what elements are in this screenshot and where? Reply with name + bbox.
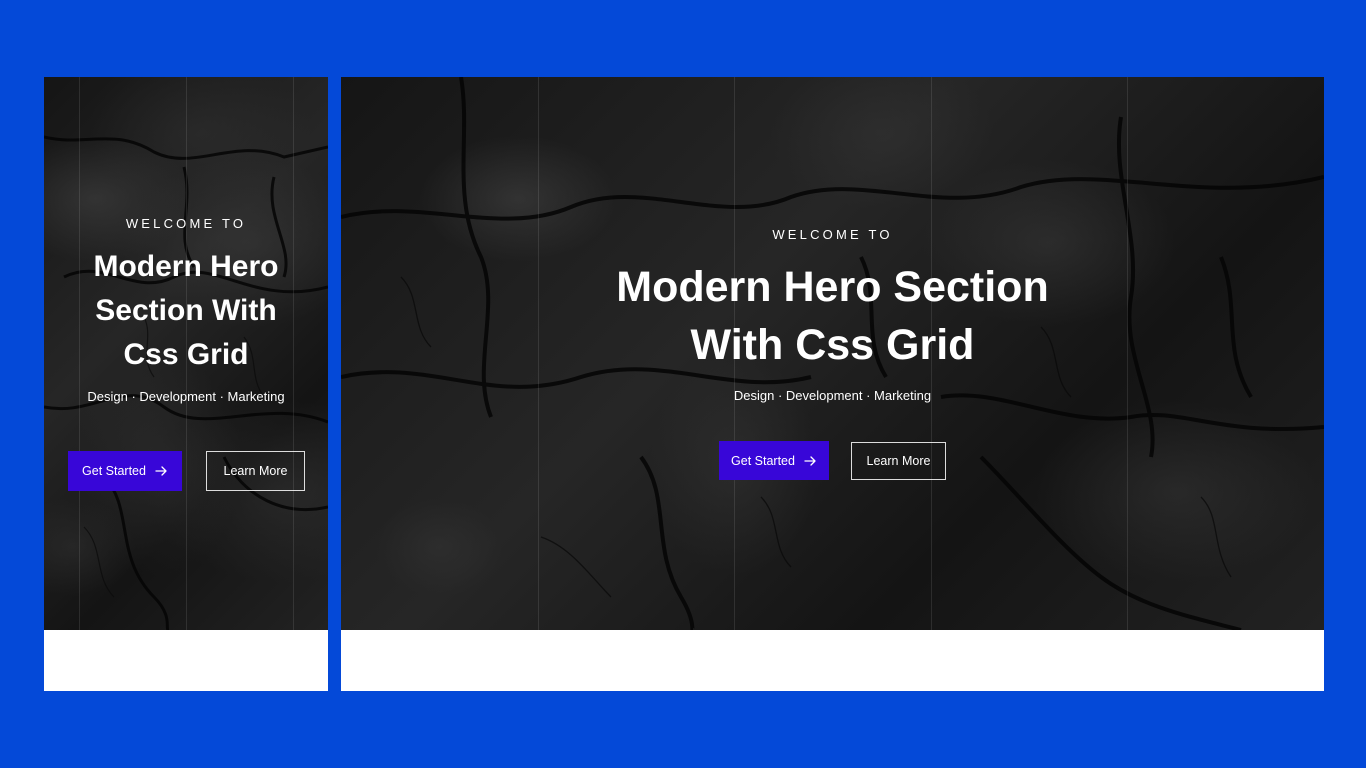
mobile-preview-frame: WELCOME TO Modern Hero Section With Css … xyxy=(44,77,328,691)
hero-title: Modern Hero Section With Css Grid xyxy=(93,250,279,371)
get-started-label: Get Started xyxy=(82,464,146,478)
hero-actions: Get Started Learn More xyxy=(719,441,946,480)
hero-content: WELCOME TO Modern Hero Section With Css … xyxy=(44,216,328,404)
hero-eyebrow: WELCOME TO xyxy=(125,216,247,231)
desktop-preview-frame: WELCOME TO Modern Hero Section With Css … xyxy=(341,77,1324,691)
learn-more-label: Learn More xyxy=(223,464,288,478)
hero-actions: Get Started Learn More xyxy=(68,451,305,491)
hero-section: WELCOME TO Modern Hero Section With Css … xyxy=(341,77,1324,630)
hero-content: WELCOME TO Modern Hero Section With Css … xyxy=(341,227,1324,403)
arrow-right-icon xyxy=(804,455,816,466)
get-started-button[interactable]: Get Started xyxy=(719,441,829,480)
hero-subtitle: Design · Development · Marketing xyxy=(733,388,932,403)
learn-more-button[interactable]: Learn More xyxy=(206,451,305,491)
hero-eyebrow: WELCOME TO xyxy=(772,227,893,242)
arrow-right-icon xyxy=(155,466,167,476)
learn-more-label: Learn More xyxy=(866,453,931,468)
hero-section: WELCOME TO Modern Hero Section With Css … xyxy=(44,77,328,630)
get-started-button[interactable]: Get Started xyxy=(68,451,182,491)
learn-more-button[interactable]: Learn More xyxy=(851,441,946,480)
hero-subtitle: Design · Development · Marketing xyxy=(87,389,285,404)
hero-title: Modern Hero Section With Css Grid xyxy=(616,263,1049,369)
get-started-label: Get Started xyxy=(731,453,795,468)
